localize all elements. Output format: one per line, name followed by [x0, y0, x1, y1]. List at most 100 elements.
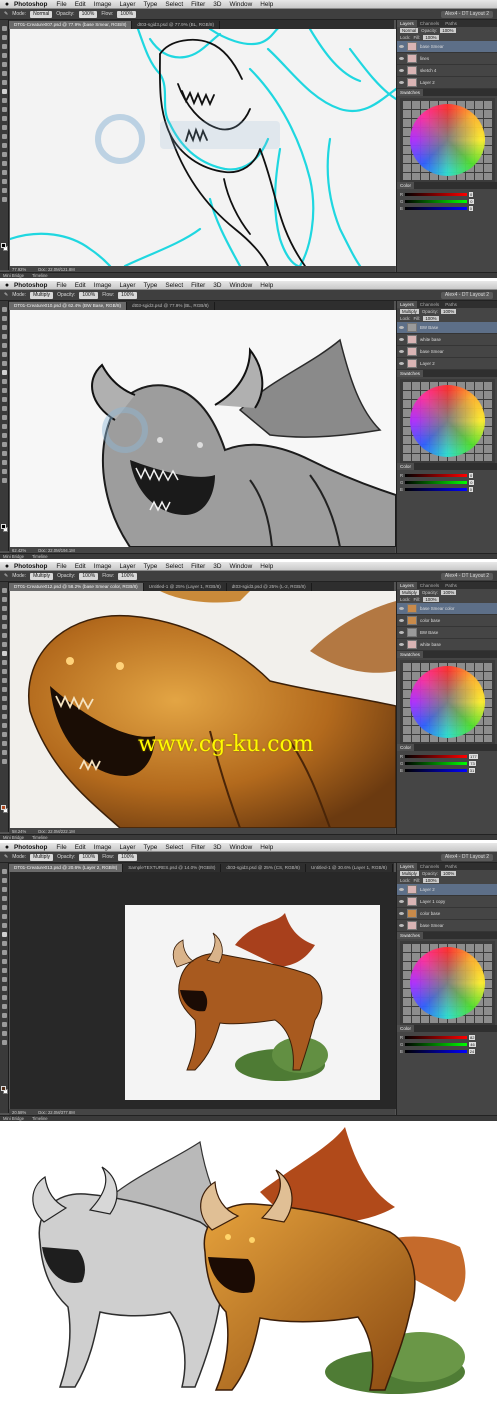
- zoom-tool-icon[interactable]: [2, 759, 7, 764]
- shape-tool-icon[interactable]: [2, 460, 7, 465]
- eraser-tool-icon[interactable]: [2, 959, 7, 964]
- menu-layer[interactable]: Layer: [119, 1, 135, 8]
- lasso-tool-icon[interactable]: [2, 887, 7, 892]
- layer-opacity-field[interactable]: 100%: [441, 871, 457, 876]
- hand-tool-icon[interactable]: [2, 750, 7, 755]
- blue-slider[interactable]: [404, 207, 467, 210]
- marquee-tool-icon[interactable]: [2, 316, 7, 321]
- red-value[interactable]: 0: [469, 473, 474, 478]
- blur-tool-icon[interactable]: [2, 977, 7, 982]
- dodge-tool-icon[interactable]: [2, 705, 7, 710]
- document-canvas[interactable]: [10, 872, 396, 1109]
- move-tool-icon[interactable]: [2, 26, 7, 31]
- eye-icon[interactable]: [399, 900, 404, 903]
- quick-select-tool-icon[interactable]: [2, 334, 7, 339]
- eye-icon[interactable]: [399, 338, 404, 341]
- pen-tool-icon[interactable]: [2, 152, 7, 157]
- eye-icon[interactable]: [399, 326, 404, 329]
- tab-layers[interactable]: Layers: [397, 301, 417, 308]
- tab-layers[interactable]: Layers: [397, 582, 417, 589]
- dodge-tool-icon[interactable]: [2, 143, 7, 148]
- eyedropper-tool-icon[interactable]: [2, 352, 7, 357]
- crop-tool-icon[interactable]: [2, 62, 7, 67]
- dodge-tool-icon[interactable]: [2, 986, 7, 991]
- type-tool-icon[interactable]: [2, 161, 7, 166]
- zoom-tool-icon[interactable]: [2, 478, 7, 483]
- menu-edit[interactable]: Edit: [75, 844, 86, 851]
- red-value[interactable]: 177: [469, 754, 478, 759]
- menu-select[interactable]: Select: [165, 282, 183, 289]
- menu-type[interactable]: Type: [143, 282, 157, 289]
- workspace-switcher[interactable]: Alex4 - DT Layout 2: [440, 572, 493, 580]
- history-brush-icon[interactable]: [2, 669, 7, 674]
- eyedropper-tool-icon[interactable]: [2, 71, 7, 76]
- layer-row[interactable]: sketch 4: [397, 65, 497, 77]
- gradient-tool-icon[interactable]: [2, 125, 7, 130]
- menu-3d[interactable]: 3D: [213, 1, 221, 8]
- menu-3d[interactable]: 3D: [213, 844, 221, 851]
- eye-icon[interactable]: [399, 350, 404, 353]
- apple-icon[interactable]: ●: [0, 563, 14, 570]
- type-tool-icon[interactable]: [2, 1004, 7, 1009]
- menu-file[interactable]: File: [56, 563, 66, 570]
- menu-window[interactable]: Window: [229, 844, 252, 851]
- menu-help[interactable]: Help: [260, 844, 273, 851]
- red-value[interactable]: 82: [469, 1035, 476, 1040]
- lasso-tool-icon[interactable]: [2, 44, 7, 49]
- move-tool-icon[interactable]: [2, 869, 7, 874]
- path-select-tool-icon[interactable]: [2, 1013, 7, 1018]
- brush-tool-icon[interactable]: [2, 932, 7, 937]
- layer-row[interactable]: base Smear: [397, 346, 497, 358]
- eye-icon[interactable]: [399, 924, 404, 927]
- blend-mode-select[interactable]: Multiply: [400, 590, 419, 595]
- green-slider[interactable]: [405, 1043, 468, 1046]
- apple-icon[interactable]: ●: [0, 282, 14, 289]
- foreground-color-swatch[interactable]: [1, 805, 6, 810]
- menu-3d[interactable]: 3D: [213, 282, 221, 289]
- eye-icon[interactable]: [399, 362, 404, 365]
- red-slider[interactable]: [405, 1036, 468, 1039]
- color-wheel-swatches[interactable]: [399, 941, 495, 1025]
- red-value[interactable]: 0: [469, 192, 474, 197]
- tab-color[interactable]: Color: [397, 463, 414, 470]
- menu-filter[interactable]: Filter: [191, 844, 205, 851]
- menu-filter[interactable]: Filter: [191, 1, 205, 8]
- zoom-level[interactable]: 58.24%: [12, 829, 26, 834]
- blue-value[interactable]: 31: [468, 768, 476, 773]
- menu-window[interactable]: Window: [229, 1, 252, 8]
- blue-value[interactable]: 0: [468, 487, 474, 492]
- stamp-tool-icon[interactable]: [2, 379, 7, 384]
- tab-layers[interactable]: Layers: [397, 20, 417, 27]
- eye-icon[interactable]: [399, 631, 404, 634]
- document-canvas[interactable]: [10, 591, 396, 828]
- document-tab[interactable]: dt03-sgid3.psd @ 77.9% (BL, RGB/8): [132, 21, 221, 29]
- menu-image[interactable]: Image: [94, 844, 112, 851]
- zoom-level[interactable]: 77.92%: [12, 267, 26, 272]
- eye-icon[interactable]: [399, 69, 404, 72]
- timeline-tab[interactable]: Timeline: [32, 1116, 48, 1121]
- healing-tool-icon[interactable]: [2, 923, 7, 928]
- app-menu[interactable]: Photoshop: [14, 1, 47, 8]
- color-wheel-swatches[interactable]: [399, 379, 495, 463]
- eye-icon[interactable]: [399, 619, 404, 622]
- menu-window[interactable]: Window: [229, 563, 252, 570]
- layer-row[interactable]: Layer 2: [397, 884, 497, 896]
- layer-row[interactable]: base Smear: [397, 920, 497, 932]
- stamp-tool-icon[interactable]: [2, 98, 7, 103]
- layer-row[interactable]: Layer 2: [397, 77, 497, 89]
- timeline-tab[interactable]: Timeline: [32, 835, 48, 840]
- type-tool-icon[interactable]: [2, 442, 7, 447]
- gradient-tool-icon[interactable]: [2, 687, 7, 692]
- timeline-tab[interactable]: Timeline: [32, 554, 48, 559]
- shape-tool-icon[interactable]: [2, 179, 7, 184]
- green-slider[interactable]: [405, 762, 468, 765]
- mode-select[interactable]: Normal: [30, 10, 53, 18]
- eyedropper-tool-icon[interactable]: [2, 914, 7, 919]
- green-slider[interactable]: [405, 200, 468, 203]
- menu-filter[interactable]: Filter: [191, 282, 205, 289]
- pen-tool-icon[interactable]: [2, 995, 7, 1000]
- move-tool-icon[interactable]: [2, 307, 7, 312]
- healing-tool-icon[interactable]: [2, 80, 7, 85]
- menu-file[interactable]: File: [56, 1, 66, 8]
- green-slider[interactable]: [405, 481, 468, 484]
